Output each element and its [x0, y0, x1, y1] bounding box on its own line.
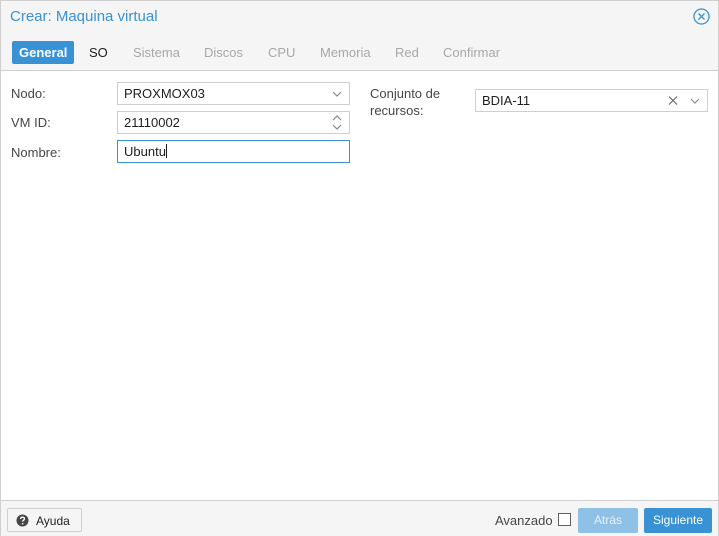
nodo-label: Nodo:: [11, 86, 46, 101]
dialog-titlebar: Crear: Maquina virtual: [1, 1, 718, 33]
next-button[interactable]: Siguiente: [644, 508, 712, 533]
vmid-spinner[interactable]: 21110002: [117, 111, 350, 134]
pool-value: BDIA-11: [482, 93, 531, 108]
create-vm-dialog: Crear: Maquina virtual General SO Sistem…: [0, 0, 719, 536]
back-button[interactable]: Atrás: [578, 508, 638, 533]
pool-label-line2: recursos:: [370, 103, 424, 118]
text-cursor: [165, 144, 167, 158]
dialog-footer: Ayuda Avanzado Atrás Siguiente: [1, 502, 718, 536]
close-icon[interactable]: [693, 8, 710, 25]
nombre-value: Ubuntu: [124, 144, 166, 159]
dialog-title: Crear: Maquina virtual: [10, 8, 158, 25]
help-button[interactable]: Ayuda: [7, 508, 82, 532]
tab-confirmar[interactable]: Confirmar: [436, 41, 507, 64]
help-button-label: Ayuda: [36, 514, 70, 528]
pool-select[interactable]: BDIA-11: [475, 89, 708, 112]
clear-icon[interactable]: [663, 90, 683, 111]
nodo-select[interactable]: PROXMOX03: [117, 82, 350, 105]
tab-sistema[interactable]: Sistema: [126, 41, 187, 64]
advanced-checkbox[interactable]: [558, 513, 571, 526]
nombre-label: Nombre:: [11, 145, 61, 160]
pool-label-line1: Conjunto de: [370, 86, 441, 101]
spinner-arrows-icon[interactable]: [327, 112, 347, 133]
nombre-input[interactable]: Ubuntu: [117, 140, 350, 163]
nodo-value: PROXMOX03: [124, 86, 205, 101]
chevron-down-icon[interactable]: [685, 90, 705, 111]
general-panel: Nodo: PROXMOX03 VM ID: 21110002 Nombre:: [1, 70, 718, 501]
tab-so[interactable]: SO: [82, 41, 115, 64]
chevron-down-icon[interactable]: [327, 83, 347, 104]
question-circle-icon: [16, 514, 29, 530]
tab-discos[interactable]: Discos: [197, 41, 250, 64]
tab-cpu[interactable]: CPU: [261, 41, 302, 64]
vmid-label: VM ID:: [11, 115, 51, 130]
tab-red[interactable]: Red: [388, 41, 426, 64]
vmid-value: 21110002: [124, 115, 180, 130]
wizard-tabs: General SO Sistema Discos CPU Memoria Re…: [1, 37, 718, 70]
advanced-label: Avanzado: [495, 513, 553, 528]
tab-general[interactable]: General: [12, 41, 75, 64]
tab-memoria[interactable]: Memoria: [313, 41, 378, 64]
